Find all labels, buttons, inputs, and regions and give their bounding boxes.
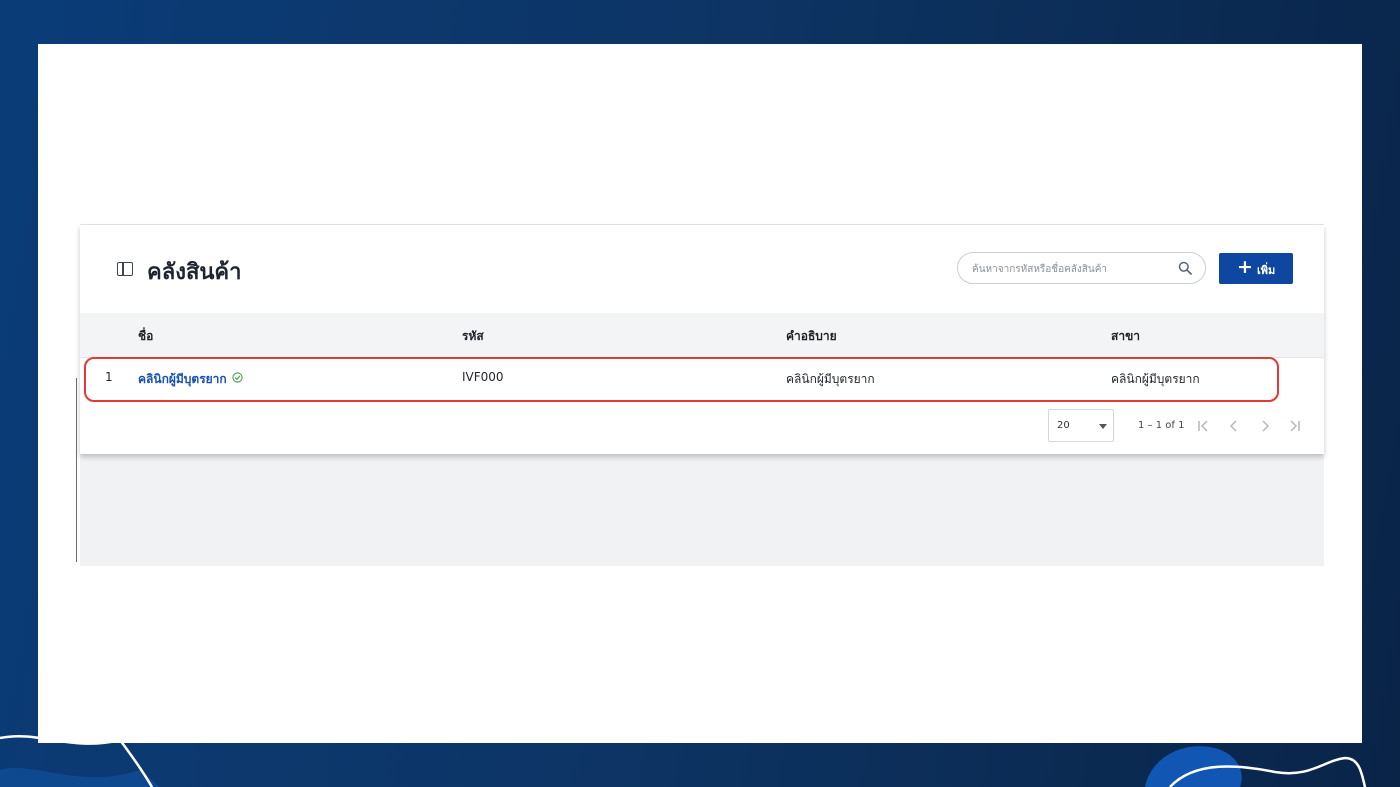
page-size-value: 20 (1057, 420, 1070, 431)
column-header-description[interactable]: คำอธิบาย (786, 327, 837, 346)
page-size-select[interactable]: 20 (1048, 409, 1114, 442)
column-header-branch[interactable]: สาขา (1111, 327, 1140, 346)
add-button[interactable]: + เพิ่ม (1219, 253, 1293, 284)
next-page-icon[interactable] (1258, 418, 1272, 434)
first-page-icon[interactable] (1196, 418, 1210, 434)
search-icon[interactable] (1178, 261, 1192, 275)
pagination-range: 1 – 1 of 1 (1138, 420, 1185, 431)
chevron-down-icon (1099, 424, 1107, 429)
search-input[interactable]: ค้นหาจากรหัสหรือชื่อคลังสินค้า (957, 252, 1206, 284)
plus-icon: + (1237, 256, 1253, 278)
panel-divider (76, 378, 77, 562)
column-header-code[interactable]: รหัส (462, 327, 484, 346)
column-header-name[interactable]: ชื่อ (138, 327, 153, 346)
page-title: คลังสินค้า (147, 260, 242, 285)
add-button-label: เพิ่ม (1257, 264, 1276, 277)
search-placeholder: ค้นหาจากรหัสหรือชื่อคลังสินค้า (972, 264, 1108, 275)
book-panel-icon (117, 262, 133, 276)
table-header: ชื่อ รหัส คำอธิบาย สาขา (80, 313, 1324, 358)
prev-page-icon[interactable] (1227, 418, 1241, 434)
row-highlight-annotation (84, 357, 1279, 402)
last-page-icon[interactable] (1288, 418, 1302, 434)
